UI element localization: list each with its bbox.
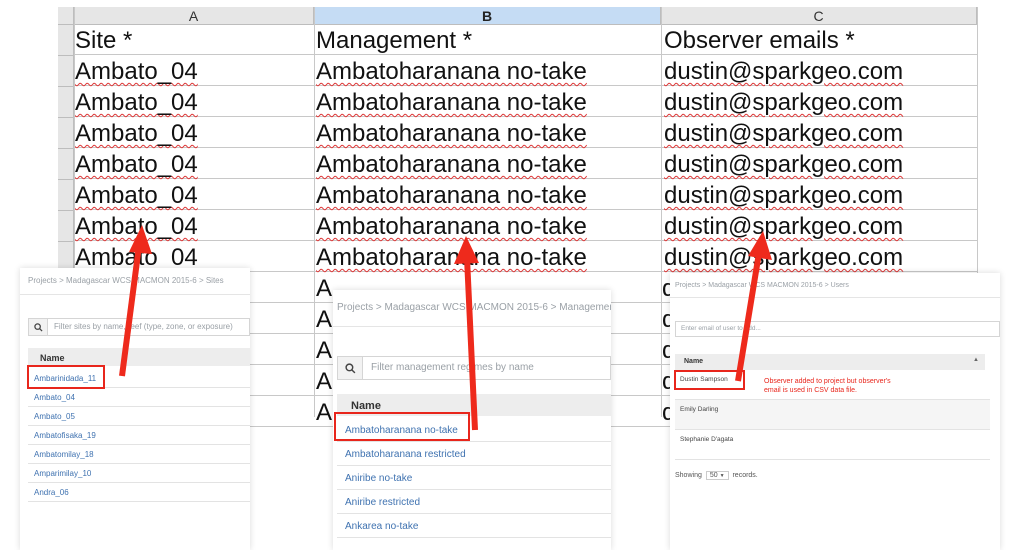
arrow-annotation — [119, 225, 772, 431]
